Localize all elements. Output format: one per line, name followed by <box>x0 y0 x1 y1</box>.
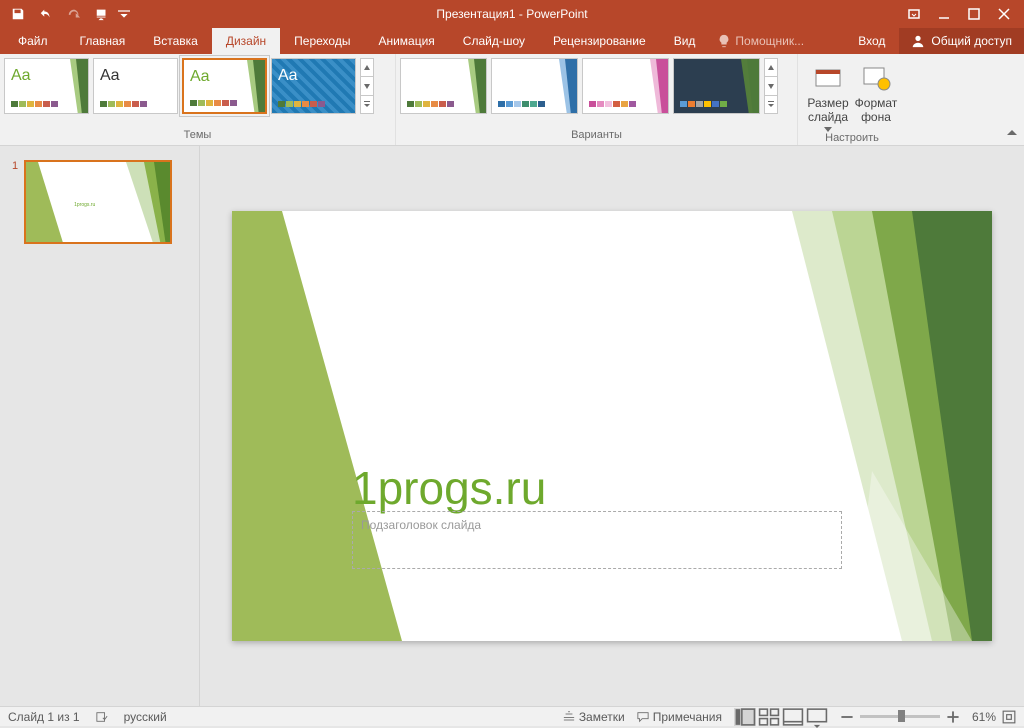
slide-thumb-item[interactable]: 1 1progs.ru <box>12 160 187 244</box>
sign-in-button[interactable]: Вход <box>844 28 899 54</box>
body-area: 1 1progs.ru 1progs.ru <box>0 146 1024 706</box>
theme-thumb-1[interactable]: Aa <box>4 58 89 114</box>
slide-canvas[interactable]: 1progs.ru Подзаголовок слайда <box>232 211 992 641</box>
slide-subtitle-placeholder[interactable]: Подзаголовок слайда <box>352 511 842 569</box>
variant-thumb-2[interactable] <box>491 58 578 114</box>
tab-design[interactable]: Дизайн <box>212 28 280 54</box>
view-mode-buttons <box>734 708 828 726</box>
spellcheck-icon <box>96 711 108 723</box>
variants-expand[interactable] <box>765 96 777 113</box>
start-from-beginning-button[interactable] <box>90 2 114 26</box>
facet-icon <box>237 60 265 114</box>
tab-home[interactable]: Главная <box>66 28 140 54</box>
variant-thumb-3[interactable] <box>582 58 669 114</box>
save-button[interactable] <box>6 2 30 26</box>
slide-title[interactable]: 1progs.ru <box>352 461 546 515</box>
theme-thumb-3[interactable]: Aa <box>271 58 356 114</box>
facet-icon <box>549 59 577 114</box>
collapse-ribbon-button[interactable] <box>1004 125 1020 141</box>
comment-icon <box>637 711 649 723</box>
window-controls <box>900 2 1024 26</box>
zoom-percent[interactable]: 61% <box>966 710 996 724</box>
themes-scroll-up[interactable] <box>361 59 373 77</box>
slide-number: 1 <box>12 160 18 244</box>
variants-label: Варианты <box>400 127 793 145</box>
themes-gallery-nav <box>360 58 374 114</box>
slideshow-view-button[interactable] <box>806 708 828 726</box>
facet-icon <box>458 59 486 114</box>
notes-button[interactable]: Заметки <box>563 710 625 724</box>
notes-icon <box>563 711 575 723</box>
facet-icon <box>731 59 759 114</box>
themes-scroll-down[interactable] <box>361 77 373 95</box>
title-bar: Презентация1 - PowerPoint <box>0 0 1024 28</box>
zoom-slider[interactable] <box>860 715 940 718</box>
facet-icon <box>60 59 88 114</box>
facet-graphic <box>232 211 992 641</box>
tab-animation[interactable]: Анимация <box>364 28 448 54</box>
variants-scroll-down[interactable] <box>765 77 777 95</box>
tab-slideshow[interactable]: Слайд-шоу <box>449 28 539 54</box>
themes-label: Темы <box>4 127 391 145</box>
minimize-button[interactable] <box>930 2 958 26</box>
facet-graphic-thumb <box>26 162 172 244</box>
variants-gallery-nav <box>764 58 778 114</box>
facet-icon <box>640 59 668 114</box>
tab-review[interactable]: Рецензирование <box>539 28 660 54</box>
spellcheck-button[interactable] <box>96 711 108 723</box>
sorter-view-button[interactable] <box>758 708 780 726</box>
variant-thumb-1[interactable] <box>400 58 487 114</box>
format-bg-icon <box>860 62 892 94</box>
variants-scroll-up[interactable] <box>765 59 777 77</box>
slide-size-button[interactable]: Размер слайда <box>806 58 850 130</box>
theme-thumb-selected[interactable]: Aa <box>182 58 267 114</box>
zoom-out-button[interactable] <box>840 710 854 724</box>
zoom-in-button[interactable] <box>946 710 960 724</box>
themes-expand[interactable] <box>361 96 373 113</box>
slide-editor[interactable]: 1progs.ru Подзаголовок слайда <box>200 146 1024 706</box>
ribbon-tabs: Файл Главная Вставка Дизайн Переходы Ани… <box>0 28 1024 54</box>
slide-size-icon <box>812 62 844 94</box>
customize-qat-button[interactable] <box>118 2 130 26</box>
lightbulb-icon <box>717 34 731 48</box>
person-icon <box>911 34 925 48</box>
theme-thumb-2[interactable]: Aa <box>93 58 178 114</box>
customize-group: Размер слайда Формат фона Настроить <box>798 54 906 145</box>
slide-count-status[interactable]: Слайд 1 из 1 <box>8 710 80 724</box>
window-title: Презентация1 - PowerPoint <box>436 7 587 21</box>
variants-group: Варианты <box>396 54 798 145</box>
status-bar: Слайд 1 из 1 русский Заметки Примечания … <box>0 706 1024 726</box>
zoom-control: 61% <box>840 710 1016 724</box>
normal-view-button[interactable] <box>734 708 756 726</box>
tab-file[interactable]: Файл <box>0 28 66 54</box>
quick-access-toolbar <box>0 2 136 26</box>
undo-button[interactable] <box>34 2 58 26</box>
language-status[interactable]: русский <box>124 710 167 724</box>
tab-insert[interactable]: Вставка <box>139 28 212 54</box>
maximize-button[interactable] <box>960 2 988 26</box>
reading-view-button[interactable] <box>782 708 804 726</box>
ribbon-display-button[interactable] <box>900 2 928 26</box>
comments-button[interactable]: Примечания <box>637 710 722 724</box>
slide-thumbnail[interactable]: 1progs.ru <box>24 160 172 244</box>
zoom-slider-thumb[interactable] <box>898 710 905 722</box>
tab-view[interactable]: Вид <box>660 28 710 54</box>
tab-transitions[interactable]: Переходы <box>280 28 364 54</box>
tell-me-input[interactable]: Помощник... <box>717 28 804 54</box>
themes-group: Aa Aa Aa Aa Темы <box>0 54 396 145</box>
close-button[interactable] <box>990 2 1018 26</box>
fit-to-window-button[interactable] <box>1002 710 1016 724</box>
share-button[interactable]: Общий доступ <box>899 28 1024 54</box>
ribbon-content: Aa Aa Aa Aa Темы <box>0 54 1024 146</box>
format-background-button[interactable]: Формат фона <box>854 58 898 130</box>
slide-thumbnail-panel[interactable]: 1 1progs.ru <box>0 146 200 706</box>
variant-thumb-4[interactable] <box>673 58 760 114</box>
redo-button[interactable] <box>62 2 86 26</box>
